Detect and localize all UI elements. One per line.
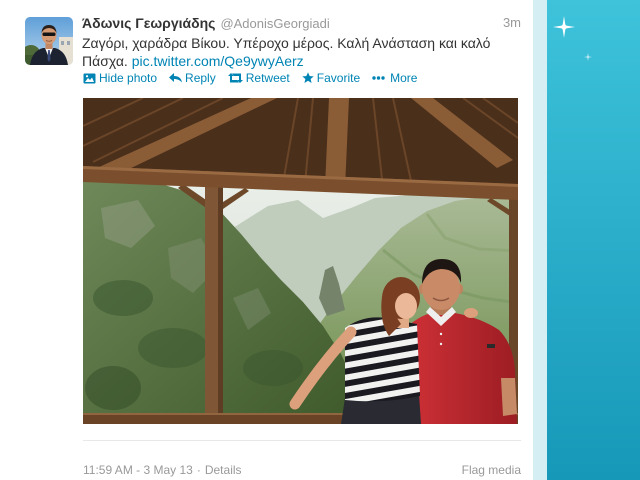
- favorite-button[interactable]: Favorite: [302, 70, 360, 86]
- more-button[interactable]: More: [372, 70, 417, 86]
- hide-photo-label: Hide photo: [99, 71, 158, 85]
- tweet-photo[interactable]: [83, 98, 518, 424]
- tweet-timestamp[interactable]: 11:59 AM - 3 May 13: [83, 463, 193, 477]
- star-icon: [302, 72, 314, 84]
- sparkle-icon: [584, 53, 592, 61]
- more-dots-icon: [372, 76, 385, 80]
- avatar-photo: [25, 17, 73, 65]
- avatar[interactable]: [25, 17, 73, 65]
- photo-link[interactable]: pic.twitter.com/Qe9ywyAerz: [132, 53, 304, 69]
- reply-button[interactable]: Reply: [169, 70, 216, 86]
- gazebo-roof: [83, 98, 518, 200]
- footer-divider: [83, 440, 521, 441]
- user-name[interactable]: Άδωνις Γεωργιάδης: [82, 15, 215, 31]
- reply-label: Reply: [185, 71, 216, 85]
- retweet-button[interactable]: Retweet: [227, 70, 290, 86]
- tweet-header: Άδωνις Γεωργιάδης @AdonisGeorgiadi: [82, 14, 330, 32]
- retweet-icon: [227, 73, 243, 83]
- user-handle[interactable]: @AdonisGeorgiadi: [220, 16, 329, 31]
- tweet-text: Ζαγόρι, χαράδρα Βίκου. Υπέροχο μέρος. Κα…: [82, 34, 522, 70]
- more-label: More: [390, 71, 418, 85]
- footer-separator: ·: [196, 463, 201, 477]
- sparkle-icon: [553, 16, 575, 38]
- reply-icon: [169, 73, 183, 83]
- tweet-time[interactable]: 3m: [441, 14, 521, 32]
- favorite-label: Favorite: [316, 71, 361, 85]
- photo-icon: [83, 73, 96, 84]
- hide-photo-button[interactable]: Hide photo: [83, 70, 157, 86]
- retweet-label: Retweet: [245, 71, 290, 85]
- content-edge-strip: [533, 0, 547, 480]
- tweet-footer: 11:59 AM - 3 May 13 · Details: [83, 462, 242, 478]
- tweet-actions: Hide photo Reply Retweet Favorite More: [83, 70, 429, 86]
- flag-media-link[interactable]: Flag media: [421, 462, 521, 478]
- tweet-panel: Άδωνις Γεωργιάδης @AdonisGeorgiadi 3m Ζαγ…: [0, 0, 533, 480]
- details-link[interactable]: Details: [205, 463, 242, 477]
